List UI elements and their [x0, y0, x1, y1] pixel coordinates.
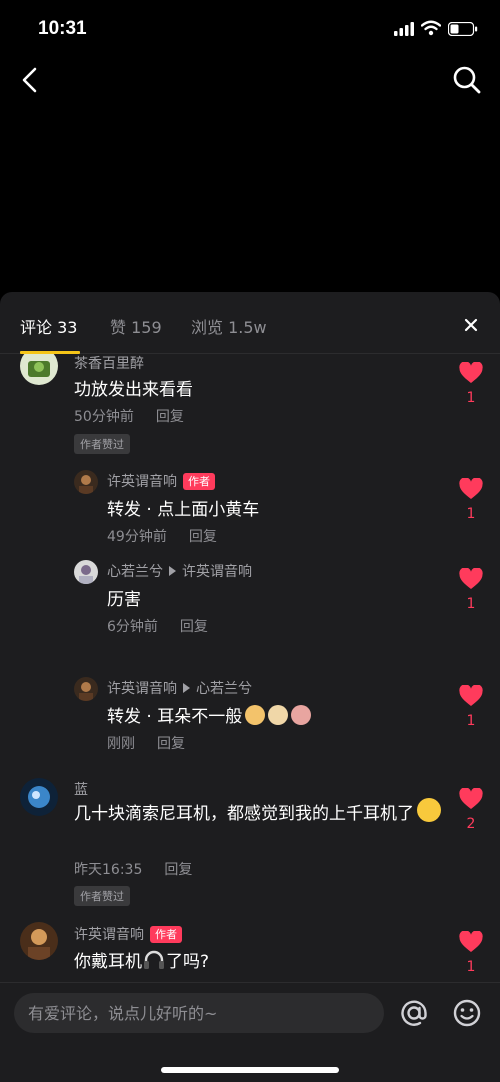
comment-username: 许英谓音响 心若兰兮: [107, 678, 252, 698]
comment-username[interactable]: 蓝: [74, 779, 88, 799]
back-icon[interactable]: [14, 62, 46, 98]
username-text[interactable]: 许英谓音响: [107, 471, 177, 491]
comment-time: 昨天16:35: [74, 862, 143, 878]
wifi-icon: [421, 20, 441, 36]
comment-time: 49分钟前: [107, 529, 167, 545]
author-badge: 作者: [150, 925, 182, 943]
avatar[interactable]: [20, 778, 58, 816]
like-button[interactable]: 1: [456, 361, 486, 406]
avatar[interactable]: [74, 470, 98, 494]
comment-text-content: 几十块滴索尼耳机，都感觉到我的上千耳机了: [74, 804, 414, 824]
comment-list: 茶香百里醉 功放发出来看看 50分钟前 回复 作者赞过 1 许英谓音响 作者 转发…: [0, 354, 500, 978]
heart-icon: [459, 567, 483, 589]
home-indicator[interactable]: [161, 1067, 339, 1073]
comment-username: 心若兰兮 许英谓音响: [107, 561, 252, 581]
comment-time: 6分钟前: [107, 619, 158, 635]
comment-text-before: 你戴耳机: [74, 952, 142, 972]
tab-comments[interactable]: 评论 33: [20, 314, 77, 338]
like-button[interactable]: 1: [456, 684, 486, 729]
comment-text: 转发 · 耳朵不一般: [107, 702, 312, 727]
username-text[interactable]: 心若兰兮: [107, 561, 163, 581]
headphones-emoji-icon: [144, 950, 164, 969]
reply-to-arrow-icon: [169, 566, 176, 576]
reply-button[interactable]: 回复: [180, 619, 208, 635]
comment-text: 功放发出来看看: [74, 380, 193, 400]
like-count: 1: [466, 506, 476, 522]
comment-tabs: 评论 33 赞 159 浏览 1.5w: [0, 292, 500, 354]
username-text[interactable]: 许英谓音响: [107, 678, 177, 698]
avatar[interactable]: [20, 354, 58, 385]
comment-time: 50分钟前: [74, 409, 134, 425]
comment-username: 许英谓音响 作者: [107, 471, 215, 491]
like-button[interactable]: 1: [456, 930, 486, 975]
like-count: 1: [466, 596, 476, 612]
thumbs-up-emoji-icon: [245, 705, 266, 725]
comment-text: 你戴耳机 了吗?: [74, 947, 209, 972]
author-liked-badge: 作者赞过: [74, 434, 130, 454]
like-count: 1: [466, 959, 476, 975]
author-badge: 作者: [183, 472, 215, 490]
avatar[interactable]: [74, 560, 98, 584]
at-icon[interactable]: [398, 997, 430, 1029]
close-icon[interactable]: [458, 312, 484, 338]
like-button[interactable]: 1: [456, 477, 486, 522]
status-bar: 10:31: [0, 0, 500, 60]
reply-to-arrow-icon: [183, 683, 190, 693]
reply-button[interactable]: 回复: [157, 736, 185, 752]
like-count: 2: [466, 816, 476, 832]
comment-meta: 昨天16:35 回复: [74, 859, 192, 879]
battery-icon: [448, 22, 478, 36]
search-icon[interactable]: [450, 62, 484, 98]
comment-text: 转发 · 点上面小黄车: [107, 500, 260, 520]
heart-icon: [459, 361, 483, 383]
comment-input[interactable]: [14, 993, 384, 1033]
comment-meta: 50分钟前 回复: [74, 406, 184, 426]
reply-button[interactable]: 回复: [189, 529, 217, 545]
signal-icon: [394, 22, 414, 36]
emoji-icon[interactable]: [451, 997, 483, 1029]
comment-sheet: 评论 33 赞 159 浏览 1.5w 茶香百里醉 功放发出来看看 50分钟前回…: [0, 292, 500, 1082]
comment-username: 许英谓音响 作者: [74, 924, 182, 944]
reply-to-username[interactable]: 许英谓音响: [182, 561, 252, 581]
like-button[interactable]: 2: [456, 787, 486, 832]
cool-face-emoji-icon: [417, 798, 441, 822]
reply-to-username[interactable]: 心若兰兮: [196, 678, 252, 698]
tab-views[interactable]: 浏览 1.5w: [191, 314, 267, 338]
reply-button[interactable]: 回复: [156, 409, 184, 425]
like-button[interactable]: 1: [456, 567, 486, 612]
cow-emoji-icon: [291, 705, 312, 725]
comment-text-content: 转发 · 耳朵不一般: [107, 707, 243, 727]
comment-text: 几十块滴索尼耳机，都感觉到我的上千耳机了: [74, 798, 450, 827]
comment-time: 刚刚: [107, 736, 135, 752]
comment-text: 历害: [107, 590, 141, 610]
status-time: 10:31: [38, 18, 87, 39]
comment-meta: 49分钟前 回复: [107, 526, 217, 546]
comment-username[interactable]: 茶香百里醉: [74, 354, 144, 373]
heart-icon: [459, 684, 483, 706]
avatar[interactable]: [74, 677, 98, 701]
heart-icon: [459, 930, 483, 952]
author-liked-badge: 作者赞过: [74, 886, 130, 906]
clap-emoji-icon: [268, 705, 289, 725]
heart-icon: [459, 787, 483, 809]
username-text[interactable]: 许英谓音响: [74, 924, 144, 944]
comment-text-after: 了吗?: [166, 952, 210, 972]
like-count: 1: [466, 713, 476, 729]
heart-icon: [459, 477, 483, 499]
like-count: 1: [466, 390, 476, 406]
tab-likes[interactable]: 赞 159: [110, 314, 162, 338]
avatar[interactable]: [20, 922, 58, 960]
comment-meta: 6分钟前 回复: [107, 616, 208, 636]
comment-meta: 刚刚 回复: [107, 733, 185, 753]
reply-button[interactable]: 回复: [164, 862, 192, 878]
